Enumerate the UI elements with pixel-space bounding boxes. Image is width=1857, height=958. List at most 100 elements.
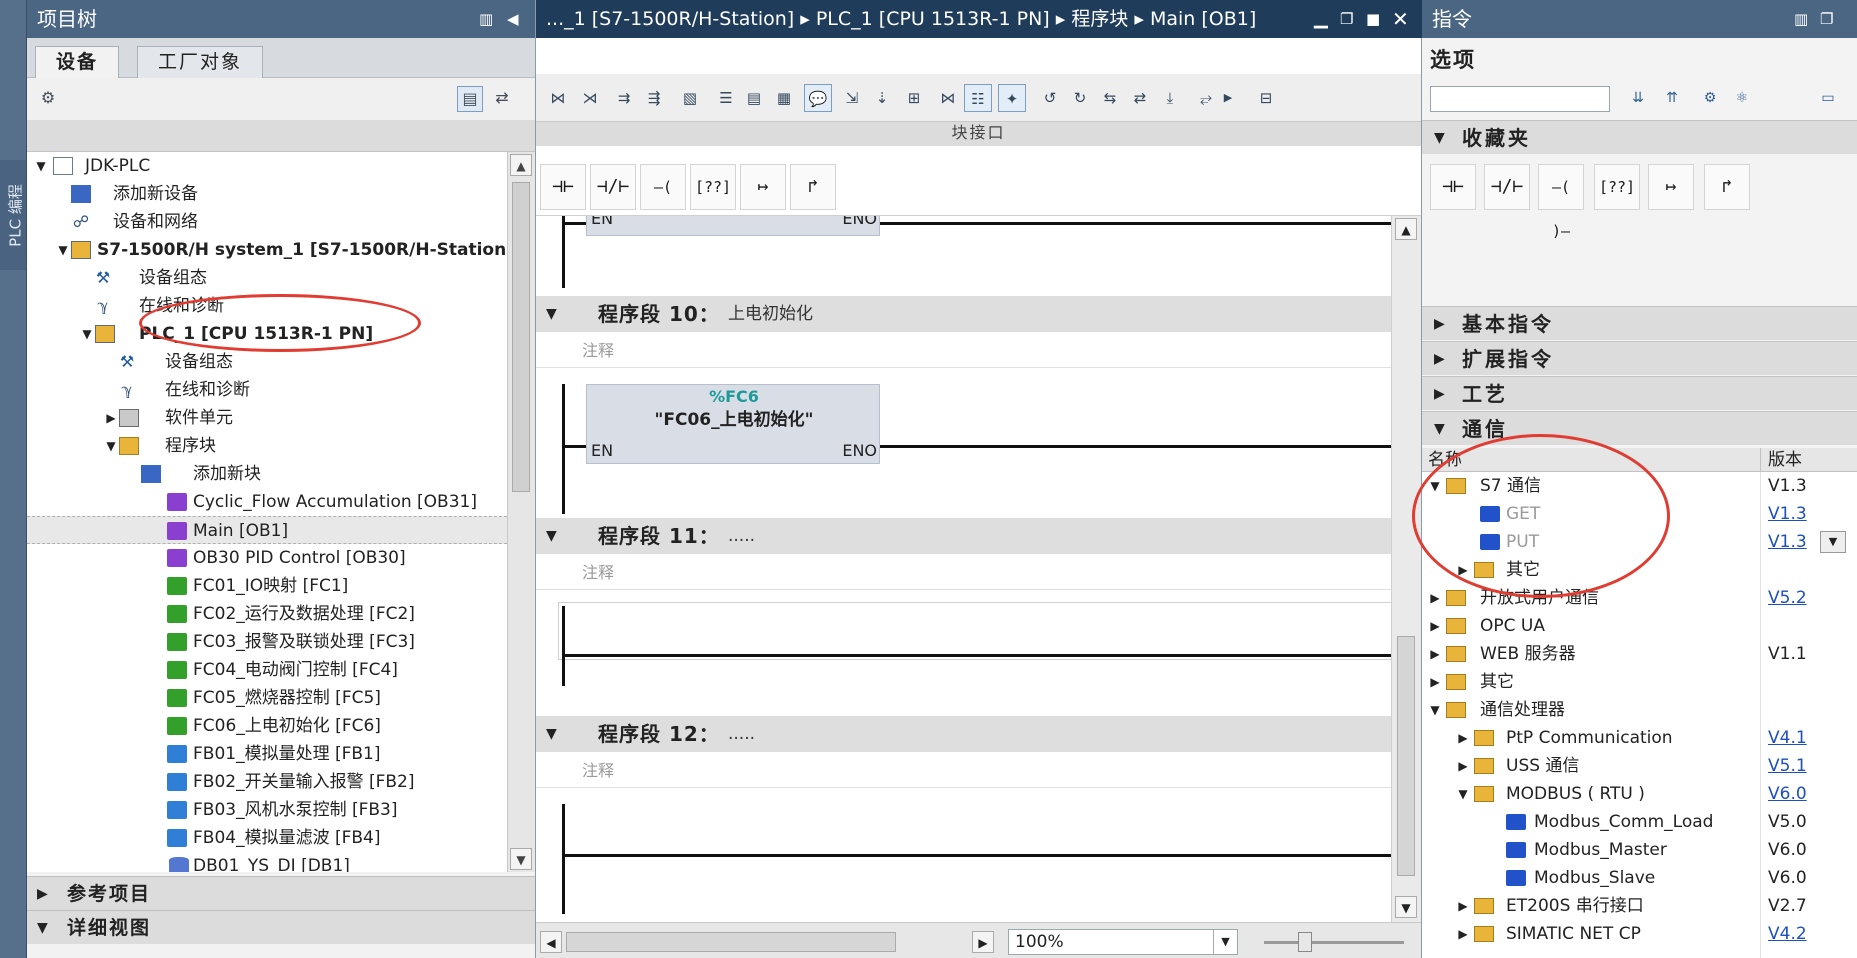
version-dropdown-icon[interactable]: ▼ [1820,531,1846,553]
network-list-icon[interactable]: ▦ [770,84,798,112]
float-window-icon[interactable]: ❐ [1340,0,1353,38]
collapse-arrow-icon[interactable]: ▼ [103,432,119,460]
tab-devices[interactable]: 设备 [35,46,120,78]
tab-plant-objects[interactable]: 工厂对象 [137,46,264,78]
search-up-icon[interactable]: ⇈ [1660,86,1684,110]
zoom-slider[interactable] [1264,932,1404,952]
coil-button[interactable]: –( )– [1538,164,1584,240]
editor-vertical-scrollbar[interactable]: ▲ ▼ [1391,216,1421,922]
row-version-link[interactable]: V5.2 [1768,584,1807,612]
collapse-arrow-icon[interactable]: ▼ [33,152,49,180]
minimize-icon[interactable]: ▁ [1314,0,1328,38]
view-toggle-icon[interactable]: ▭ [1816,86,1840,110]
row-version-link[interactable]: V5.1 [1768,752,1807,780]
section-communication[interactable]: ▼ 通信 [1422,411,1857,445]
column-version-header[interactable]: 版本 [1768,448,1802,472]
table-row-et200s[interactable]: ▶ ET200S 串行接口 V2.7 [1422,892,1857,920]
instruction-search-input[interactable] [1430,86,1610,112]
collapse-arrow-icon[interactable]: ▼ [546,716,557,752]
show-all-icon[interactable]: ⚙ [1698,86,1722,110]
row-version-link[interactable]: V4.1 [1768,724,1807,752]
tree-item-add-device[interactable]: 添加新设备 [27,180,507,208]
empty-box-button[interactable]: [??] [1594,164,1640,210]
network-subtitle[interactable]: 上电初始化 [728,296,813,332]
expand-arrow-icon[interactable]: ▶ [1428,612,1442,640]
scroll-left-icon[interactable]: ◀ [540,931,562,953]
tree-item-fb3[interactable]: FB03_风机水泵控制 [FB3] [27,796,507,824]
tree-item-fc6[interactable]: FC06_上电初始化 [FC6] [27,712,507,740]
table-row-modbus-master[interactable]: Modbus_Master V6.0 [1422,836,1857,864]
row-version-link[interactable]: V1.3 [1768,500,1807,528]
absolute-operands-icon[interactable]: ⇲ [838,84,866,112]
zoom-select[interactable]: 100% ▼ [1008,929,1238,955]
open-branch-button[interactable]: ↦ [1648,164,1694,210]
tree-item-fc4[interactable]: FC04_电动阀门控制 [FC4] [27,656,507,684]
next-error-icon[interactable]: ↻ [1066,84,1094,112]
collapse-arrow-icon[interactable]: ▼ [37,911,50,945]
expand-arrow-icon[interactable]: ▶ [1456,724,1470,752]
scroll-thumb[interactable] [1397,636,1415,876]
row-version-link[interactable]: V4.2 [1768,920,1807,948]
expand-arrow-icon[interactable]: ▶ [1434,377,1445,411]
table-row-web-server[interactable]: ▶ WEB 服务器 V1.1 [1422,640,1857,668]
network-comment[interactable]: 注释 [536,556,1391,590]
collapse-arrow-icon[interactable]: ▼ [79,320,95,348]
expand-arrow-icon[interactable]: ▶ [1428,640,1442,668]
column-name-header[interactable]: 名称 [1428,448,1462,472]
tree-item-station[interactable]: ▼ S7-1500R/H system_1 [S7-1500R/H-Statio… [27,236,507,264]
empty-rung-area[interactable] [558,602,1391,660]
favorites-toggle-icon[interactable]: ⇣ [868,84,896,112]
details-view-bar[interactable]: ▼ 详细视图 [27,910,535,944]
overview-icon[interactable]: ▤ [457,86,483,112]
table-row-other-s7[interactable]: ▶ 其它 [1422,556,1857,584]
expand-arrow-icon[interactable]: ▶ [103,404,119,432]
table-row-other[interactable]: ▶ 其它 [1422,668,1857,696]
collapse-arrow-icon[interactable]: ▼ [546,518,557,554]
zoom-slider-handle[interactable] [1298,932,1312,952]
empty-box-button[interactable]: [??] [690,164,736,210]
tree-options-icon[interactable]: ⚙ [35,86,61,112]
network-comment[interactable]: 注释 [536,334,1391,368]
add-row-icon[interactable]: ⇶ [640,84,668,112]
tree-item-devices-networks[interactable]: ☍ 设备和网络 [27,208,507,236]
network-comment[interactable]: 注释 [536,754,1391,788]
network-11-header[interactable]: ▼ 程序段 11： ..... [536,518,1391,554]
tree-item-program-blocks[interactable]: ▼ 程序块 [27,432,507,460]
open-branch-button[interactable]: ↦ [740,164,786,210]
table-row-get[interactable]: GET V1.3 [1422,500,1857,528]
project-tree-scrollbar[interactable]: ▲ ▼ [507,152,535,872]
search-down-icon[interactable]: ⇊ [1626,86,1650,110]
download-icon[interactable]: ⤓ [1156,84,1184,112]
tree-item-plc[interactable]: ▼ PLC_1 [CPU 1513R-1 PN] [27,320,507,348]
network-12-header[interactable]: ▼ 程序段 12： ..... [536,716,1391,752]
table-row-put[interactable]: PUT V1.3 ▼ [1422,528,1857,556]
table-row-simatic-net-cp[interactable]: ▶ SIMATIC NET CP V4.2 [1422,920,1857,948]
block-interface-bar[interactable]: 块接口 [536,122,1421,146]
compare-icon[interactable]: ⇄ [1126,84,1154,112]
network-subtitle[interactable]: ..... [728,716,755,752]
table-row-modbus-rtu[interactable]: ▼ MODBUS ( RTU ) V6.0 [1422,780,1857,808]
tree-item-device-config[interactable]: ⚒ 设备组态 [27,264,507,292]
tree-item-main-ob1[interactable]: Main [OB1] [27,516,507,544]
expand-arrow-icon[interactable]: ▶ [1434,342,1445,376]
table-row-s7-comm[interactable]: ▼ S7 通信 V1.3 [1422,472,1857,500]
tree-item-fb4[interactable]: FB04_模拟量滤波 [FB4] [27,824,507,852]
tag-info-icon[interactable]: ⊞ [900,84,928,112]
expand-arrow-icon[interactable]: ▶ [1428,584,1442,612]
coil-button[interactable]: –( )– [640,164,686,240]
more-tools-icon[interactable]: ▶ [1214,84,1242,112]
show-favorites-icon[interactable]: ☷ [964,84,992,112]
refresh-icon[interactable]: ⇄ [489,86,515,112]
table-row-opc-ua[interactable]: ▶ OPC UA [1422,612,1857,640]
chevron-down-icon[interactable]: ▼ [1213,930,1237,954]
section-extended-instructions[interactable]: ▶ 扩展指令 [1422,341,1857,375]
normally-closed-contact-button[interactable]: ⊣/⊢ [1484,164,1530,210]
expand-arrow-icon[interactable]: ▶ [37,877,50,911]
network-10-header[interactable]: ▼ 程序段 10： 上电初始化 [536,296,1391,332]
insert-network-icon[interactable]: ⋈ [544,84,572,112]
fc6-call-box[interactable]: %FC6 "FC06_上电初始化" EN ENO [586,384,880,464]
collapse-arrow-icon[interactable]: ▼ [1456,780,1470,808]
insert-row-icon[interactable]: ⇉ [610,84,638,112]
scroll-thumb[interactable] [512,182,530,492]
plc-programming-tab[interactable]: PLC 编程 [0,160,27,270]
